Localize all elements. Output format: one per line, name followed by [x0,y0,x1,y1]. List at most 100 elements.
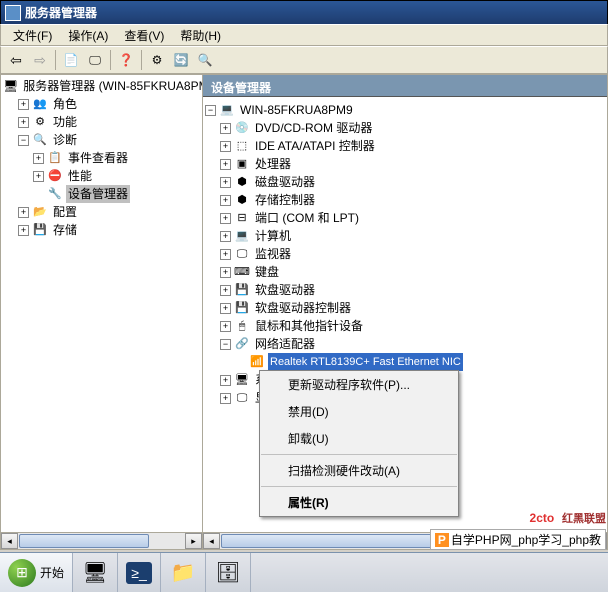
expand-icon[interactable]: + [18,225,29,236]
expand-icon[interactable]: + [220,177,231,188]
dev-dvd[interactable]: + DVD/CD-ROM 驱动器 [205,119,605,137]
expand-icon[interactable]: + [220,141,231,152]
tree-features[interactable]: +功能 [3,113,200,131]
collapse-icon[interactable]: − [220,339,231,350]
expand-icon[interactable]: + [33,171,44,182]
expand-icon[interactable]: + [220,321,231,332]
dev-computer[interactable]: +计算机 [205,227,605,245]
window-title: 服务器管理器 [25,4,97,21]
taskbar-explorer[interactable]: 📁 [161,553,206,592]
dev-cpu[interactable]: +处理器 [205,155,605,173]
dev-disk[interactable]: +磁盘驱动器 [205,173,605,191]
tree-storage[interactable]: +存储 [3,221,200,239]
tree-perf[interactable]: +性能 [3,167,200,185]
ctx-uninstall[interactable]: 卸载(U) [260,425,458,452]
server-icon [3,78,18,94]
expand-icon[interactable]: + [220,213,231,224]
dev-storctrl[interactable]: +存储控制器 [205,191,605,209]
label: 监视器 [253,245,293,263]
main-area: 服务器管理器 (WIN-85FKRUA8PM +角色 +功能 − 诊断 +事件查看… [0,74,608,550]
toolbar-btn-3[interactable]: ❓ [115,49,137,71]
ctx-scan[interactable]: 扫描检测硬件改动(A) [260,457,458,484]
wm-site: 红黑联盟 [562,513,606,525]
expand-icon[interactable]: + [18,207,29,218]
label: DVD/CD-ROM 驱动器 [253,119,374,137]
computer-icon [219,102,235,118]
computer-icon [234,228,250,244]
scroll-track[interactable] [18,533,185,549]
toolbar-btn-5[interactable]: 🔄 [170,49,192,71]
dev-floppyctrl[interactable]: + 软盘驱动器控制器 [205,299,605,317]
dev-ide[interactable]: +IDE ATA/ATAPI 控制器 [205,137,605,155]
right-header: 设备管理器 [203,75,607,97]
screen-icon: 🖵 [89,53,101,68]
expand-icon[interactable]: + [18,117,29,128]
expand-icon[interactable]: + [33,153,44,164]
tree-root[interactable]: 服务器管理器 (WIN-85FKRUA8PM [3,77,200,95]
tree-diag[interactable]: − 诊断 [3,131,200,149]
taskbar-app[interactable]: 🗄 [206,553,251,592]
toolbar-btn-1[interactable]: 📄 [60,49,82,71]
start-button[interactable]: ⊞ 开始 [0,553,73,592]
toolbar-btn-2[interactable]: 🖵 [84,49,106,71]
dev-port[interactable]: + 端口 (COM 和 LPT) [205,209,605,227]
ctx-disable[interactable]: 禁用(D) [260,398,458,425]
toolbar-btn-4[interactable]: ⚙ [146,49,168,71]
ctx-divider [261,454,457,455]
scroll-thumb[interactable] [19,534,149,548]
tree-devmgr[interactable]: 设备管理器 [3,185,200,203]
label: 诊断 [51,131,79,149]
dev-keyboard[interactable]: +键盘 [205,263,605,281]
expand-icon[interactable]: + [220,393,231,404]
dev-netadapter-item[interactable]: Realtek RTL8139C+ Fast Ethernet NIC [205,353,605,371]
server-tree: 服务器管理器 (WIN-85FKRUA8PM +角色 +功能 − 诊断 +事件查看… [1,75,202,241]
expand-icon[interactable]: + [220,123,231,134]
menu-view[interactable]: 查看(V) [116,24,172,47]
collapse-icon[interactable]: − [18,135,29,146]
expand-icon[interactable]: + [220,375,231,386]
expand-icon[interactable]: + [18,99,29,110]
dev-monitor[interactable]: + 监视器 [205,245,605,263]
menu-action[interactable]: 操作(A) [60,24,116,47]
left-hscroll[interactable]: ◂ ▸ [1,532,202,549]
context-menu: 更新驱动程序软件(P)... 禁用(D) 卸载(U) 扫描检测硬件改动(A) 属… [259,370,459,517]
taskbar-servermgr[interactable]: 🖥 [73,553,118,592]
dev-network[interactable]: −网络适配器 [205,335,605,353]
powershell-icon: ≥_ [126,562,152,584]
expand-icon[interactable]: + [220,249,231,260]
label: 端口 (COM 和 LPT) [253,209,361,227]
dev-mouse[interactable]: +鼠标和其他指针设备 [205,317,605,335]
dev-root[interactable]: −WIN-85FKRUA8PM9 [205,101,605,119]
menu-file[interactable]: 文件(F) [5,24,60,47]
scroll-right-button[interactable]: ▸ [185,533,202,549]
taskbar-powershell[interactable]: ≥_ [118,553,161,592]
scroll-left-button[interactable]: ◂ [203,533,220,549]
floppy-icon [234,282,250,298]
ctx-properties[interactable]: 属性(R) [260,489,458,516]
nav-back-button[interactable]: ⇦ [5,49,27,71]
ctx-update-driver[interactable]: 更新驱动程序软件(P)... [260,371,458,398]
monitor-icon [234,246,250,262]
tree-event[interactable]: +事件查看器 [3,149,200,167]
scroll-left-button[interactable]: ◂ [1,533,18,549]
expand-icon[interactable]: + [220,159,231,170]
keyboard-icon [234,264,250,280]
label: 软盘驱动器 [253,281,317,299]
expand-icon[interactable]: + [220,303,231,314]
toolbar-btn-6[interactable]: 🔍 [194,49,216,71]
expand-icon[interactable]: + [220,195,231,206]
cpu-icon [234,156,250,172]
label: 软盘驱动器控制器 [253,299,353,317]
dev-floppy[interactable]: + 软盘驱动器 [205,281,605,299]
tree-roles[interactable]: +角色 [3,95,200,113]
menu-help[interactable]: 帮助(H) [172,24,229,47]
tree-config[interactable]: +配置 [3,203,200,221]
expand-icon[interactable]: + [220,285,231,296]
nav-forward-button[interactable]: ⇨ [29,49,51,71]
floppy-icon [234,300,250,316]
expand-icon[interactable]: + [220,267,231,278]
menu-bar: 文件(F) 操作(A) 查看(V) 帮助(H) [0,24,608,46]
arrow-left-icon: ⇦ [10,52,22,69]
expand-icon[interactable]: + [220,231,231,242]
collapse-icon[interactable]: − [205,105,216,116]
